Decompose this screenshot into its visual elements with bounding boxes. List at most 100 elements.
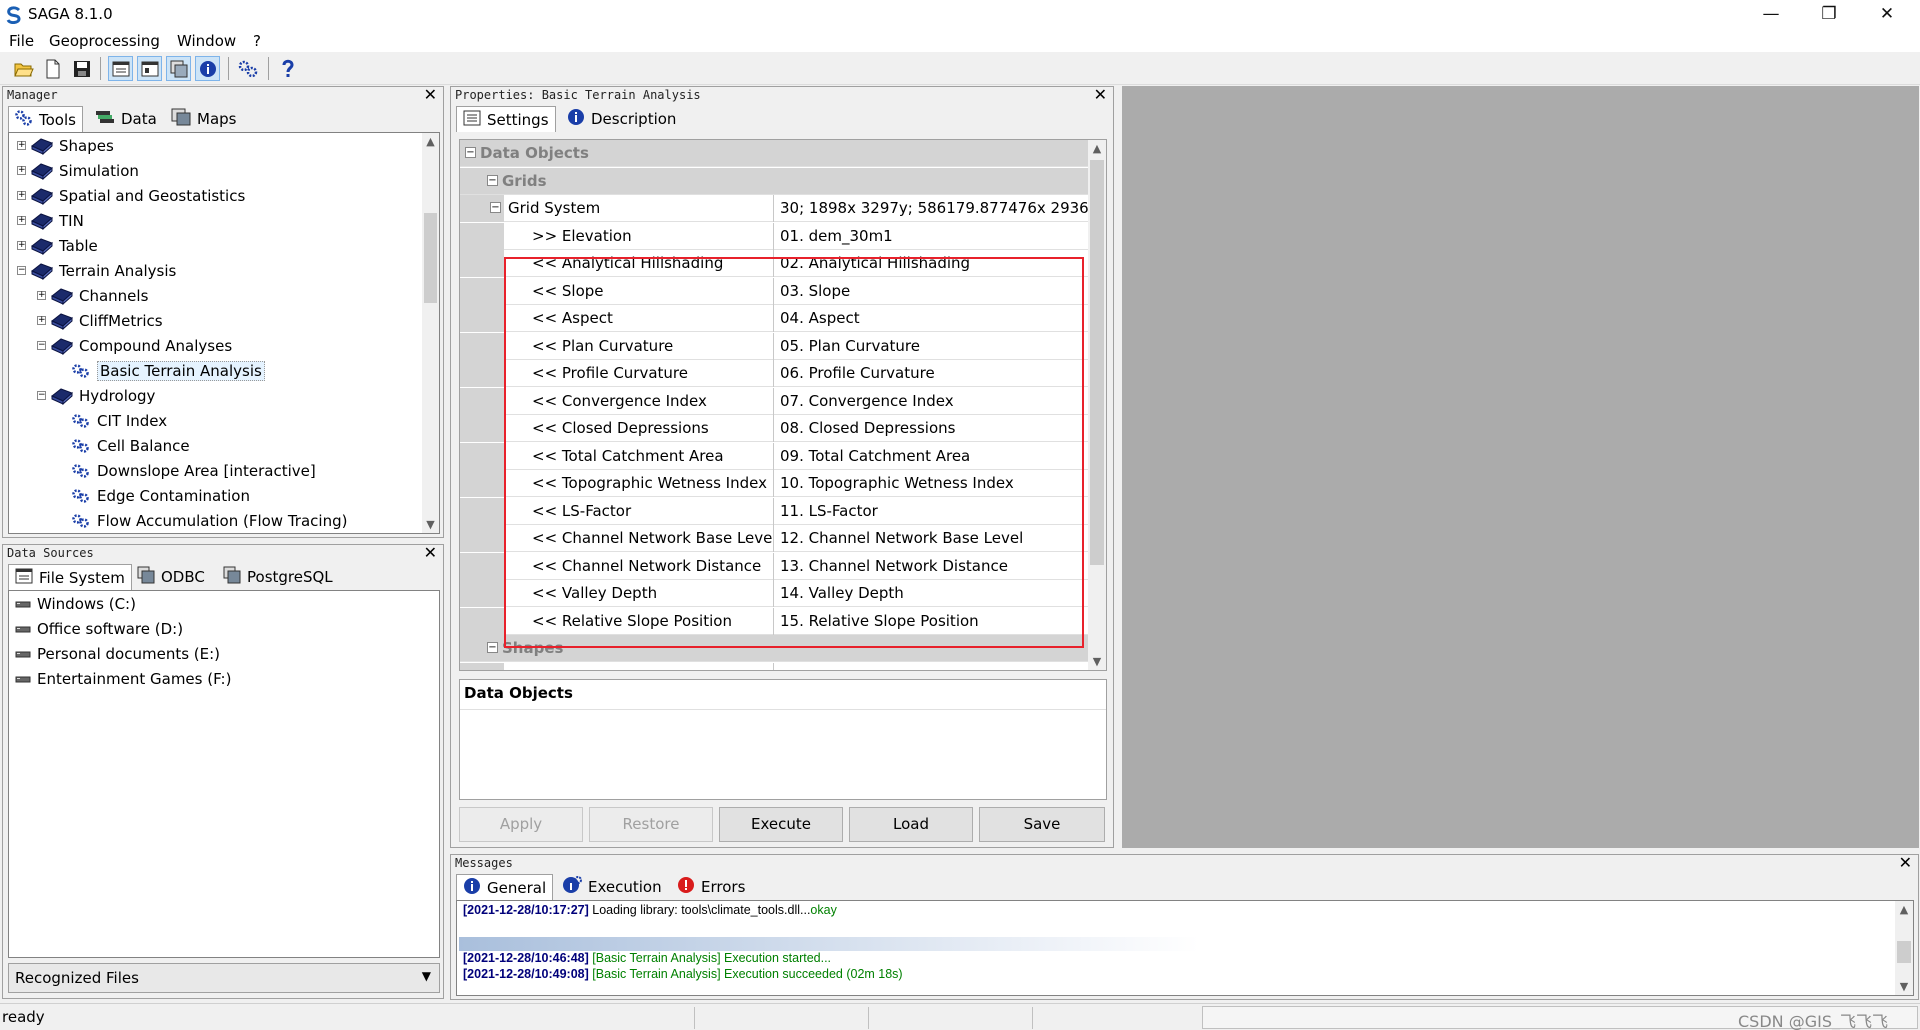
property-grid-system[interactable]: − Grid System 30; 1898x 3297y; 586179.8774…: [460, 195, 1089, 222]
property-value[interactable]: 10. Topographic Wetness Index: [773, 470, 1089, 497]
tab-odbc[interactable]: ODBC: [131, 564, 211, 590]
property-output[interactable]: << Aspect 04. Aspect: [460, 305, 1089, 332]
open-icon[interactable]: [11, 56, 36, 81]
tree-item[interactable]: + TIN: [17, 208, 84, 233]
property-output[interactable]: << Analytical Hillshading 02. Analytical …: [460, 250, 1089, 277]
menu-file[interactable]: File: [9, 32, 34, 50]
tab-tools[interactable]: Tools: [8, 106, 83, 132]
expand-icon[interactable]: +: [17, 216, 26, 225]
file-filter-select[interactable]: Recognized Files ▼: [8, 963, 440, 993]
scroll-thumb[interactable]: [1897, 941, 1911, 963]
collapse-icon[interactable]: −: [37, 391, 46, 400]
property-output[interactable]: << LS-Factor 11. LS-Factor: [460, 497, 1089, 525]
collapse-icon[interactable]: −: [490, 202, 501, 213]
property-output[interactable]: << Channel Network Base Level 12. Channel…: [460, 525, 1089, 552]
restore-button[interactable]: Restore: [589, 807, 713, 842]
properties-window-icon[interactable]: [137, 56, 162, 81]
property-output[interactable]: << Plan Curvature 05. Plan Curvature: [460, 332, 1089, 360]
data-sources-window-icon[interactable]: [166, 56, 191, 81]
property-value[interactable]: 13. Channel Network Distance: [773, 552, 1089, 580]
drive-item[interactable]: Personal documents (E:): [15, 641, 220, 666]
property-value[interactable]: 09. Total Catchment Area: [773, 442, 1089, 470]
tools-icon[interactable]: [235, 56, 260, 81]
property-output[interactable]: << Valley Depth 14. Valley Depth: [460, 580, 1089, 607]
save-icon[interactable]: [69, 56, 94, 81]
scroll-down-icon[interactable]: ▼: [1895, 980, 1913, 993]
property-output[interactable]: << Topographic Wetness Index 10. Topograp…: [460, 470, 1089, 497]
save-button[interactable]: Save: [979, 807, 1105, 842]
expand-icon[interactable]: +: [17, 241, 26, 250]
tree-item[interactable]: CIT Index: [57, 408, 167, 433]
property-output[interactable]: << Profile Curvature 06. Profile Curvatur…: [460, 360, 1089, 387]
tree-item[interactable]: − Hydrology: [37, 383, 155, 408]
collapse-icon[interactable]: −: [487, 174, 498, 186]
tab-maps[interactable]: Maps: [165, 106, 242, 132]
execute-button[interactable]: Execute: [719, 807, 843, 842]
tree-item[interactable]: + Channels: [37, 283, 148, 308]
load-button[interactable]: Load: [849, 807, 973, 842]
tab-settings[interactable]: Settings: [456, 106, 556, 132]
property-value[interactable]: 06. Profile Curvature: [773, 360, 1089, 387]
property-value[interactable]: 05. Plan Curvature: [773, 332, 1089, 360]
drive-item[interactable]: Office software (D:): [15, 616, 183, 641]
close-button[interactable]: ✕: [1858, 0, 1916, 30]
tab-errors[interactable]: Errors: [671, 874, 751, 900]
property-output[interactable]: << Closed Depressions 08. Closed Depressi…: [460, 415, 1089, 442]
scroll-thumb[interactable]: [424, 213, 437, 303]
property-grid-scrollbar[interactable]: ▲ ▼: [1088, 140, 1106, 670]
tab-data[interactable]: Data: [89, 106, 163, 132]
tree-item[interactable]: + Simulation: [17, 158, 139, 183]
drive-item[interactable]: Windows (C:): [15, 591, 136, 616]
scroll-down-icon[interactable]: ▼: [422, 518, 439, 531]
minimize-button[interactable]: —: [1742, 0, 1800, 30]
expand-icon[interactable]: +: [17, 191, 26, 200]
menu-window[interactable]: Window: [177, 32, 236, 50]
property-output[interactable]: << Channel Network Distance 13. Channel N…: [460, 552, 1089, 580]
close-properties-icon[interactable]: ✕: [1094, 85, 1107, 104]
property-output[interactable]: << Relative Slope Position 15. Relative S…: [460, 607, 1089, 635]
expand-icon[interactable]: +: [17, 141, 26, 150]
collapse-icon[interactable]: −: [17, 266, 26, 275]
close-data-sources-icon[interactable]: ✕: [424, 543, 437, 562]
property-value[interactable]: 03. Slope: [773, 277, 1089, 305]
category-grids[interactable]: − Grids: [460, 167, 1089, 195]
property-input-elevation[interactable]: >> Elevation 01. dem_30m1: [460, 222, 1089, 250]
property-value[interactable]: 02. Analytical Hillshading: [773, 250, 1089, 277]
drive-item[interactable]: Entertainment Games (F:): [15, 666, 231, 691]
tab-execution[interactable]: Execution: [556, 874, 668, 900]
new-file-icon[interactable]: [40, 56, 65, 81]
menu-help[interactable]: ?: [253, 32, 261, 50]
messages-scrollbar[interactable]: ▲ ▼: [1895, 901, 1913, 995]
property-output[interactable]: << Total Catchment Area 09. Total Catchme…: [460, 442, 1089, 470]
property-value[interactable]: 14. Valley Depth: [773, 580, 1089, 607]
property-value[interactable]: 07. Convergence Index: [773, 387, 1089, 415]
menu-geoprocessing[interactable]: Geoprocessing: [49, 32, 160, 50]
expand-icon[interactable]: +: [37, 291, 46, 300]
scroll-up-icon[interactable]: ▲: [1088, 142, 1106, 155]
help-icon[interactable]: [275, 56, 300, 81]
tree-item[interactable]: Cell Balance: [57, 433, 190, 458]
property-output[interactable]: << Slope 03. Slope: [460, 277, 1089, 305]
tree-item[interactable]: Flow Accumulation (Flow Tracing): [57, 508, 347, 533]
property-value[interactable]: 11. LS-Factor: [773, 497, 1089, 525]
tree-item[interactable]: Edge Contamination: [57, 483, 250, 508]
tree-scrollbar[interactable]: ▲ ▼: [422, 133, 439, 533]
property-value[interactable]: 15. Relative Slope Position: [773, 607, 1089, 635]
category-data-objects[interactable]: − Data Objects: [460, 140, 1089, 167]
property-output[interactable]: << Convergence Index 07. Convergence Inde…: [460, 387, 1089, 415]
property-value[interactable]: 12. Channel Network Base Level: [773, 525, 1089, 552]
tree-item[interactable]: + CliffMetrics: [37, 308, 163, 333]
close-manager-icon[interactable]: ✕: [424, 85, 437, 104]
scroll-up-icon[interactable]: ▲: [422, 135, 439, 148]
tab-postgresql[interactable]: PostgreSQL: [217, 564, 339, 590]
scroll-up-icon[interactable]: ▲: [1895, 903, 1913, 916]
info-icon[interactable]: [195, 56, 220, 81]
tree-item[interactable]: Downslope Area [interactive]: [57, 458, 316, 483]
property-value[interactable]: 30; 1898x 3297y; 586179.877476x 2936691: [773, 195, 1089, 222]
tree-item[interactable]: + Spatial and Geostatistics: [17, 183, 245, 208]
collapse-icon[interactable]: −: [37, 341, 46, 350]
tab-general[interactable]: General: [456, 874, 554, 900]
category-shapes[interactable]: − Shapes: [460, 635, 1089, 662]
map-workspace[interactable]: [1122, 86, 1919, 848]
tree-item[interactable]: + Shapes: [17, 133, 114, 158]
